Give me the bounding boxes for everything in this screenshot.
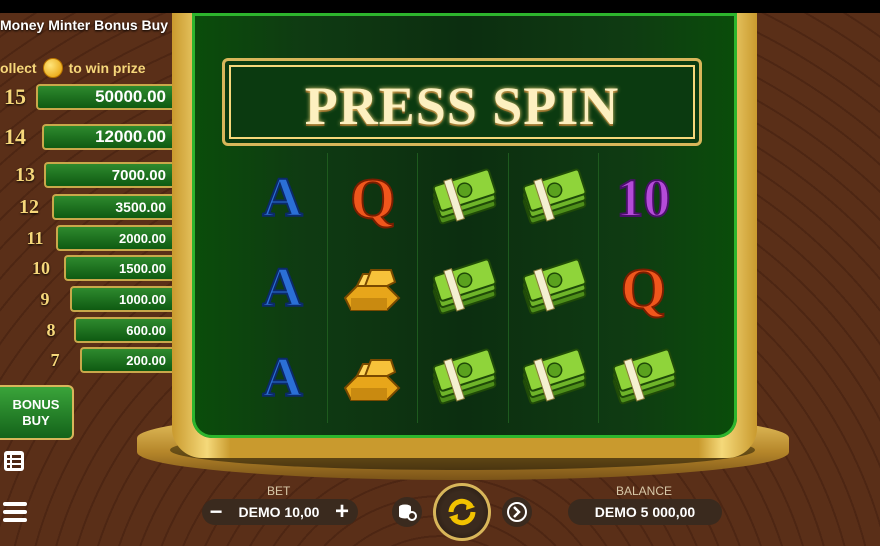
autoplay-settings-button[interactable]: [392, 497, 422, 527]
marquee-text: PRESS SPIN: [304, 76, 620, 136]
ladder-level: 10: [32, 257, 50, 278]
reel-column: Q: [328, 153, 419, 423]
ladder-row: 7 200.00: [0, 345, 178, 375]
reel-cell: 10: [599, 153, 688, 243]
reel-cell: A: [238, 153, 327, 243]
reel-column: 10 Q: [599, 153, 688, 423]
symbol-a: A: [261, 256, 303, 320]
marquee-sign: PRESS SPIN: [222, 58, 702, 146]
ladder-prize: 12000.00: [42, 124, 178, 150]
ladder-row: 10 1500.00: [0, 253, 178, 283]
collect-hint: ollect to win prize: [0, 58, 146, 78]
cash-stack-icon: [509, 243, 598, 333]
game-title: Money Minter Bonus Buy: [0, 17, 169, 33]
collect-prefix: ollect: [0, 60, 37, 76]
ladder-row: 13 7000.00: [0, 160, 178, 190]
ladder-row: 9 1000.00: [0, 284, 178, 314]
cash-stack-icon: [509, 153, 598, 243]
bonus-buy-button[interactable]: BONUS BUY: [0, 385, 74, 440]
reel-cell: Q: [328, 153, 417, 243]
ladder-level: 9: [40, 288, 50, 309]
balance-value: DEMO 5 000,00: [594, 504, 696, 520]
fast-forward-icon: [507, 502, 527, 522]
symbol-q: Q: [620, 255, 667, 322]
cash-stack-icon: [509, 333, 598, 423]
symbol-a: A: [261, 346, 303, 410]
ladder-prize: 1500.00: [64, 255, 178, 281]
bonus-buy-line2: BUY: [22, 412, 50, 428]
ladder-row: 11 2000.00: [0, 223, 178, 253]
reel-column: [509, 153, 599, 423]
ladder-level: 7: [50, 349, 60, 370]
balance-display: DEMO 5 000,00: [568, 499, 722, 525]
paytable-icon[interactable]: [3, 450, 25, 477]
symbol-10: 10: [615, 167, 671, 229]
ladder-row: 12 3500.00: [0, 192, 178, 222]
reel-cell: A: [238, 243, 327, 333]
ladder-level: 14: [4, 124, 26, 149]
top-black-bar: [0, 0, 880, 13]
ladder-prize: 3500.00: [52, 194, 178, 220]
bonus-buy-line1: BONUS: [12, 396, 60, 412]
bet-label: BET: [267, 484, 291, 498]
ladder-prize: 200.00: [80, 347, 178, 373]
coins-gear-icon: [399, 504, 417, 521]
symbol-q: Q: [349, 165, 396, 232]
reel-column: AAA: [238, 153, 329, 423]
gold-bars-icon: [328, 243, 417, 333]
ladder-row: 8 600.00: [0, 315, 178, 345]
cash-stack-icon: [418, 243, 507, 333]
turbo-button[interactable]: [502, 497, 532, 527]
reel-cell: A: [238, 333, 327, 423]
ladder-level: 11: [26, 227, 44, 248]
bet-decrease-button[interactable]: −: [204, 499, 228, 524]
reel-column: [418, 153, 509, 423]
hamburger-menu-icon[interactable]: [3, 500, 27, 529]
bet-control: − DEMO 10,00 +: [202, 498, 358, 525]
bet-value: DEMO 10,00: [238, 504, 320, 520]
ladder-level: 12: [19, 195, 39, 218]
balance-label: BALANCE: [616, 484, 673, 498]
symbol-a: A: [261, 166, 303, 230]
gold-bars-icon: [328, 333, 417, 423]
ladder-prize: 600.00: [74, 317, 178, 343]
ladder-prize: 2000.00: [56, 225, 178, 251]
collect-suffix: to win prize: [68, 60, 146, 76]
ladder-prize: 50000.00: [36, 84, 178, 110]
ladder-level: 8: [46, 319, 56, 340]
spin-arrows-icon: [448, 498, 476, 526]
cash-stack-icon: [418, 153, 507, 243]
cash-stack-icon: [599, 333, 688, 423]
ladder-prize: 7000.00: [44, 162, 178, 188]
spin-button[interactable]: [433, 483, 491, 541]
reel-cell: Q: [599, 243, 688, 333]
ladder-level: 13: [15, 163, 35, 186]
cash-stack-icon: [418, 333, 507, 423]
ladder-prize: 1000.00: [70, 286, 178, 312]
ladder-level: 15: [4, 84, 26, 109]
ladder-row: 15 50000.00: [0, 82, 178, 112]
ladder-row: 14 12000.00: [0, 122, 178, 152]
bet-increase-button[interactable]: +: [330, 498, 354, 525]
coin-icon: [42, 58, 63, 78]
reel-grid: A A A Q 10 Q: [238, 153, 688, 423]
